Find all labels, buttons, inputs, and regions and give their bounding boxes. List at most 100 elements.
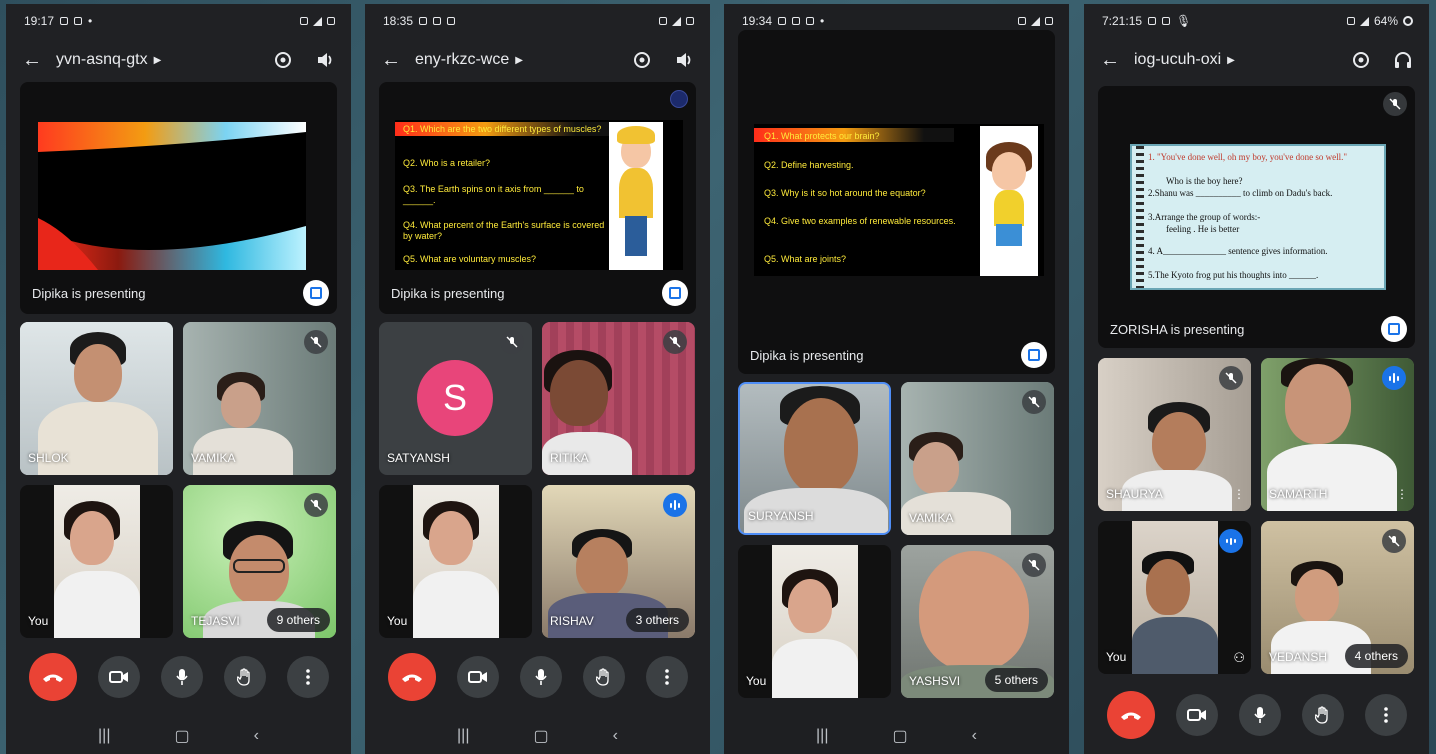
participant-tile[interactable]: ⋮ SAMARTH <box>1261 358 1414 511</box>
more-options-button[interactable] <box>645 656 688 698</box>
more-options-button[interactable] <box>1364 694 1407 736</box>
end-call-button[interactable] <box>1106 691 1155 739</box>
notification-icon <box>74 17 83 25</box>
headphones-icon[interactable] <box>1393 50 1413 70</box>
speaker-icon[interactable] <box>674 50 694 70</box>
camera-button[interactable] <box>456 656 499 698</box>
signal-icon <box>1359 16 1369 26</box>
back-nav-icon[interactable]: ‹ <box>613 727 618 745</box>
recent-apps-icon[interactable]: ||| <box>98 727 110 745</box>
notification-icon <box>778 17 787 25</box>
others-count[interactable]: 9 others <box>266 608 330 632</box>
participant-name: SATYANSH <box>387 451 450 465</box>
back-nav-icon[interactable]: ‹ <box>254 727 259 745</box>
participant-name: RISHAV <box>550 614 594 628</box>
participant-tile[interactable]: VAMIKA <box>183 322 336 475</box>
others-count[interactable]: 4 others <box>1344 644 1408 668</box>
participant-tile[interactable]: VAMIKA <box>901 382 1054 535</box>
switch-camera-icon[interactable] <box>1351 50 1371 70</box>
speaking-indicator-icon <box>1382 366 1406 390</box>
participant-name: VAMIKA <box>191 451 236 465</box>
participant-tile[interactable]: VEDANSH 4 others <box>1261 521 1414 674</box>
tile-menu-icon[interactable]: ⋮ <box>1396 487 1408 501</box>
others-count[interactable]: 5 others <box>984 668 1048 692</box>
participant-tile[interactable]: ⚇ You <box>1098 521 1251 674</box>
recent-apps-icon[interactable]: ||| <box>816 727 828 745</box>
tile-menu-icon[interactable]: ⋮ <box>1233 487 1245 501</box>
presentation-tile[interactable]: 1. "You've done well, oh my boy, you've … <box>1098 86 1415 348</box>
participant-tile[interactable]: TEJASVI 9 others <box>183 485 336 638</box>
home-icon[interactable]: ▢ <box>174 726 189 746</box>
recent-apps-icon[interactable]: ||| <box>457 727 469 745</box>
participant-tile[interactable]: S SATYANSH <box>379 322 532 475</box>
participant-name: SHAURYA <box>1106 487 1163 501</box>
camera-button[interactable] <box>1175 694 1218 736</box>
raise-hand-button[interactable] <box>1301 694 1344 736</box>
participant-tile[interactable]: YASHSVI 5 others <box>901 545 1054 698</box>
meeting-code[interactable]: yvn-asnq-gtx ▶ <box>56 51 273 69</box>
meeting-code-text: yvn-asnq-gtx <box>56 51 148 68</box>
participant-tile[interactable]: You <box>738 545 891 698</box>
camera-effects-icon[interactable]: ⚇ <box>1233 650 1245 666</box>
microphone-button[interactable] <box>160 656 203 698</box>
switch-camera-icon[interactable] <box>632 50 652 70</box>
participant-tile[interactable]: SHLOK <box>20 322 173 475</box>
worksheet-line: 3.Arrange the group of words:- <box>1148 212 1261 222</box>
end-call-button[interactable] <box>28 653 77 701</box>
clock: 7:21:15 <box>1102 14 1143 28</box>
presenter-label: ZORISHA is presenting <box>1110 322 1245 337</box>
dot-icon: • <box>820 14 825 28</box>
back-nav-icon[interactable]: ‹ <box>972 727 977 745</box>
back-arrow-icon[interactable]: ← <box>381 49 415 72</box>
camera-button[interactable] <box>97 656 140 698</box>
participant-tile[interactable]: ⋮ SHAURYA <box>1098 358 1251 511</box>
android-nav-bar: ||| ▢ ‹ <box>724 718 1069 754</box>
home-icon[interactable]: ▢ <box>533 726 548 746</box>
fullscreen-button[interactable] <box>1021 342 1047 368</box>
participant-tile[interactable]: You <box>379 485 532 638</box>
participant-name: VEDANSH <box>1269 650 1328 664</box>
slide-question: Q2. Who is a retailer? <box>403 158 491 168</box>
meeting-code[interactable]: iog-ucuh-oxi ▶ <box>1134 51 1351 69</box>
meeting-header: ← eny-rkzc-wce ▶ <box>365 38 710 82</box>
meeting-code[interactable]: eny-rkzc-wce ▶ <box>415 51 632 69</box>
fullscreen-button[interactable] <box>1381 316 1407 342</box>
presentation-tile[interactable]: Q1. What protects our brain? Q2. Define … <box>738 30 1055 374</box>
more-options-button[interactable] <box>286 656 329 698</box>
alarm-icon <box>659 17 667 25</box>
switch-camera-icon[interactable] <box>273 50 293 70</box>
status-bar: 19:17 • <box>6 4 351 38</box>
microphone-button[interactable] <box>1238 694 1281 736</box>
clock: 19:34 <box>742 14 773 28</box>
battery-icon <box>1403 16 1413 26</box>
android-nav-bar: ||| ▢ ‹ <box>6 718 351 754</box>
notification-icon <box>1162 17 1171 25</box>
participant-tile[interactable]: You <box>20 485 173 638</box>
raise-hand-button[interactable] <box>582 656 625 698</box>
participant-name: SAMARTH <box>1269 487 1328 501</box>
worksheet-line: 4. A______________ sentence gives inform… <box>1148 246 1328 256</box>
mic-off-icon <box>1383 92 1407 116</box>
phone-screen-4: 7:21:15 🎙 64% ← iog-ucuh-oxi ▶ 1. "You've … <box>1084 4 1429 754</box>
fullscreen-button[interactable] <box>303 280 329 306</box>
worksheet-line: 1. "You've done well, oh my boy, you've … <box>1148 152 1348 162</box>
status-bar: 18:35 <box>365 4 710 38</box>
participant-tile[interactable]: RISHAV 3 others <box>542 485 695 638</box>
back-arrow-icon[interactable]: ← <box>22 49 56 72</box>
participant-tile[interactable]: RITIKA <box>542 322 695 475</box>
end-call-button[interactable] <box>387 653 436 701</box>
back-arrow-icon[interactable]: ← <box>1100 49 1134 72</box>
presentation-tile[interactable]: Q1. Which are the two different types of… <box>379 82 696 314</box>
battery-percent: 64% <box>1373 14 1398 28</box>
speaker-icon[interactable] <box>315 50 335 70</box>
raise-hand-button[interactable] <box>223 656 266 698</box>
home-icon[interactable]: ▢ <box>892 726 907 746</box>
presentation-tile[interactable]: Dipika is presenting <box>20 82 337 314</box>
participant-name: You <box>28 614 49 628</box>
participant-tile[interactable]: SURYANSH <box>738 382 891 535</box>
slide-question: Q1. Which are the two different types of… <box>403 124 602 134</box>
call-controls <box>6 652 351 702</box>
microphone-button[interactable] <box>519 656 562 698</box>
others-count[interactable]: 3 others <box>625 608 689 632</box>
fullscreen-button[interactable] <box>662 280 688 306</box>
